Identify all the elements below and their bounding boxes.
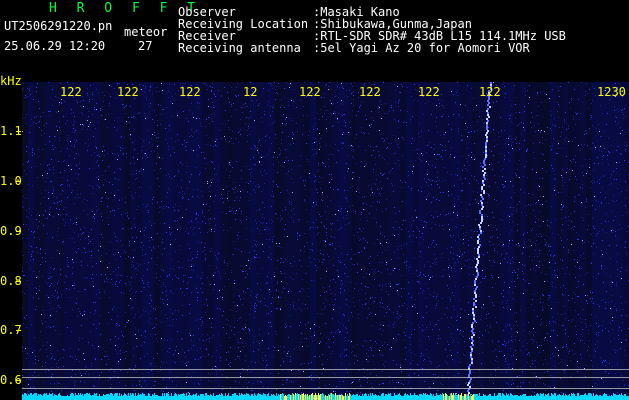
- x-tick-3: 122: [179, 85, 201, 99]
- object-type: meteor: [124, 25, 168, 39]
- y-tick-mark: [16, 181, 21, 182]
- y-tick-mark: [16, 281, 21, 282]
- x-tick-7: 122: [418, 85, 440, 99]
- unit-label: kHz: [0, 74, 22, 88]
- y-tick-mark: [16, 380, 21, 381]
- x-tick-8: 122: [479, 85, 501, 99]
- reference-line-lower: [22, 388, 629, 389]
- x-tick-4: 12: [243, 85, 258, 99]
- antenna-label: Receiving antenna: [178, 41, 301, 55]
- y-tick-mark: [16, 330, 21, 331]
- header-panel: H R O F F T UT2506291220.pn meteor 25.06…: [0, 0, 629, 76]
- x-tick-6: 122: [359, 85, 381, 99]
- date-time: 25.06.29 12:20: [4, 39, 106, 53]
- x-tick-1: 122: [60, 85, 82, 99]
- noise-field: [22, 82, 629, 400]
- x-tick-9: 1230: [597, 85, 626, 99]
- antenna-value: :5el Yagi Az 20 for Aomori VOR: [313, 41, 530, 55]
- y-tick-mark: [16, 231, 21, 232]
- count: 27: [138, 39, 153, 53]
- y-tick-mark: [16, 131, 21, 132]
- file-name: UT2506291220.pn: [4, 19, 113, 33]
- x-tick-5: 122: [299, 85, 321, 99]
- reference-line-middle: [22, 377, 629, 378]
- reference-line-upper: [22, 369, 629, 370]
- spectrogram: [22, 82, 629, 400]
- x-tick-2: 122: [117, 85, 139, 99]
